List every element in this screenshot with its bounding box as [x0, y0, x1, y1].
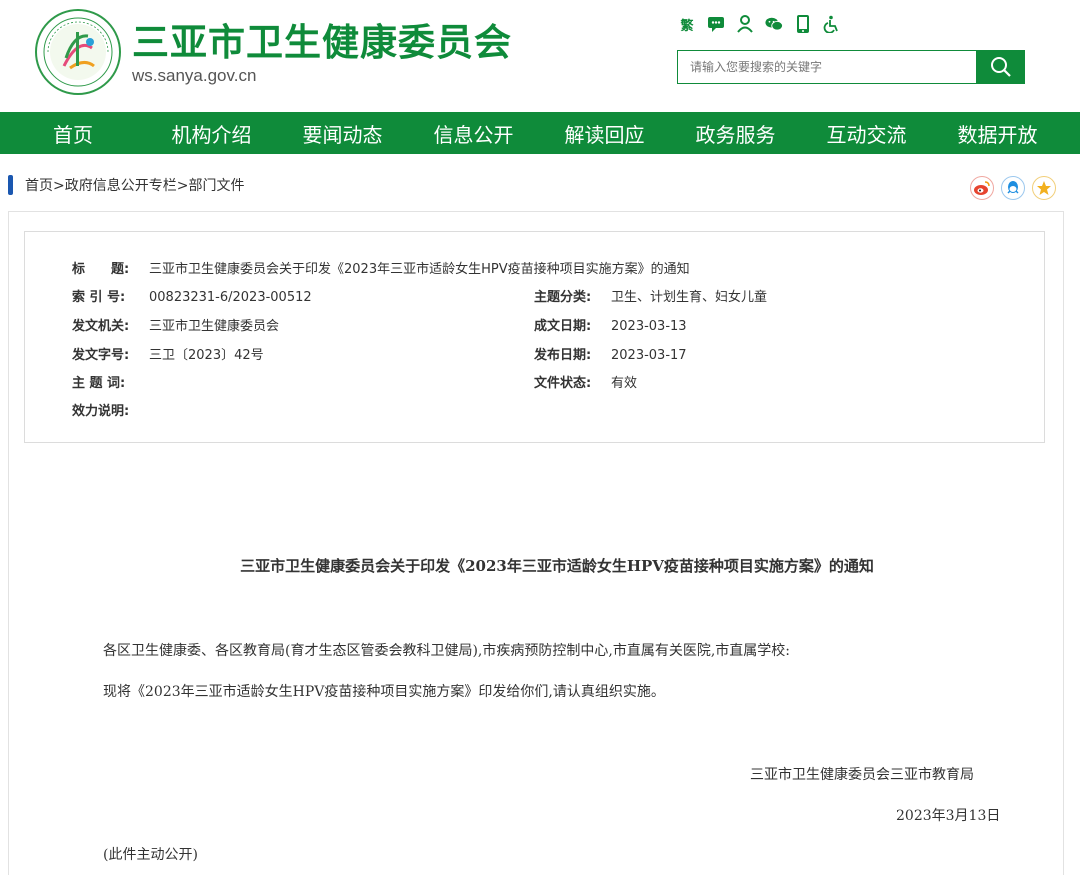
meta-created-row: 成文日期: 2023-03-13: [534, 315, 687, 334]
meta-validity-label: 效力说明:: [72, 404, 130, 419]
meta-index-label: 索 引 号:: [72, 290, 126, 305]
meta-published-label: 发布日期:: [534, 348, 592, 363]
document-body: 现将《2023年三亚市适龄女生HPV疫苗接种项目实施方案》印发给你们,请认真组织…: [103, 684, 665, 700]
nav-item-info-disclosure[interactable]: 信息公开: [408, 112, 539, 154]
site-title: 三亚市卫生健康委员会: [132, 21, 512, 64]
nav-item-interaction[interactable]: 互动交流: [801, 112, 932, 154]
nav-item-home[interactable]: 首页: [0, 112, 146, 154]
meta-docno-value: 三卫〔2023〕42号: [149, 348, 264, 363]
top-tools: 繁: [678, 14, 841, 34]
nav-item-about[interactable]: 机构介绍: [146, 112, 277, 154]
weibo-icon[interactable]: [970, 176, 994, 200]
meta-issuer-value: 三亚市卫生健康委员会: [149, 319, 280, 334]
share-tools: [970, 176, 1056, 200]
meta-topic-label: 主题分类:: [534, 290, 592, 305]
meta-status-label: 文件状态:: [534, 376, 592, 391]
meta-published-row: 发布日期: 2023-03-17: [534, 344, 687, 363]
document-public-note: (此件主动公开): [103, 847, 198, 863]
nav-item-interpretation[interactable]: 解读回应: [539, 112, 670, 154]
document-recipients: 各区卫生健康委、各区教育局(育才生态区管委会教科卫健局),市疾病预防控制中心,市…: [103, 643, 790, 659]
meta-keywords-row: 主 题 词:: [72, 372, 149, 391]
accessibility-icon[interactable]: [823, 14, 841, 34]
meta-title-value: 三亚市卫生健康委员会关于印发《2023年三亚市适龄女生HPV疫苗接种项目实施方案…: [149, 262, 690, 277]
meta-index-value: 00823231-6/2023-00512: [149, 290, 312, 305]
mobile-icon[interactable]: [794, 14, 812, 34]
site-header: 三亚市卫生健康委员会 ws.sanya.gov.cn 繁: [0, 0, 1080, 112]
meta-created-label: 成文日期:: [534, 319, 592, 334]
user-icon[interactable]: [736, 14, 754, 34]
meta-validity-row: 效力说明:: [72, 400, 149, 419]
document-signature: 三亚市卫生健康委员会三亚市教育局: [750, 767, 974, 783]
document-metadata: 标 题: 三亚市卫生健康委员会关于印发《2023年三亚市适龄女生HPV疫苗接种项目…: [24, 231, 1045, 443]
meta-issuer-row: 发文机关: 三亚市卫生健康委员会: [72, 315, 279, 334]
search-box: [677, 50, 977, 84]
meta-keywords-label: 主 题 词:: [72, 376, 126, 391]
breadcrumb: 首页>政府信息公开专栏>部门文件: [8, 175, 244, 195]
meta-topic-value: 卫生、计划生育、妇女儿童: [611, 290, 768, 305]
breadcrumb-separator: >: [176, 178, 189, 194]
meta-created-value: 2023-03-13: [611, 319, 687, 334]
sanya-health-commission-logo[interactable]: [34, 8, 122, 96]
breadcrumb-gov-info[interactable]: 政府信息公开专栏: [65, 178, 177, 194]
meta-docno-row: 发文字号: 三卫〔2023〕42号: [72, 344, 264, 363]
nav-item-news[interactable]: 要闻动态: [277, 112, 408, 154]
meta-published-value: 2023-03-17: [611, 348, 687, 363]
breadcrumb-dept-docs[interactable]: 部门文件: [188, 178, 244, 194]
meta-docno-label: 发文字号:: [72, 348, 130, 363]
meta-status-value: 有效: [611, 376, 638, 391]
nav-item-open-data[interactable]: 数据开放: [932, 112, 1063, 154]
meta-topic-row: 主题分类: 卫生、计划生育、妇女儿童: [534, 286, 767, 305]
meta-title-label: 标 题:: [72, 262, 130, 277]
breadcrumb-separator: >: [53, 178, 65, 194]
search-button[interactable]: [976, 50, 1025, 84]
breadcrumb-home[interactable]: 首页: [25, 178, 53, 194]
breadcrumb-marker: [8, 175, 13, 195]
meta-issuer-label: 发文机关:: [72, 319, 130, 334]
breadcrumb-trail: 首页>政府信息公开专栏>部门文件: [25, 175, 244, 195]
meta-status-row: 文件状态: 有效: [534, 372, 637, 391]
favorite-icon[interactable]: [1032, 176, 1056, 200]
qq-icon[interactable]: [1001, 176, 1025, 200]
document-date: 2023年3月13日: [896, 808, 1001, 824]
search-icon: [990, 57, 1011, 77]
search-input[interactable]: [678, 51, 977, 83]
main-nav: 首页 机构介绍 要闻动态 信息公开 解读回应 政务服务 互动交流 数据开放: [0, 112, 1080, 154]
document-title: 三亚市卫生健康委员会关于印发《2023年三亚市适龄女生HPV疫苗接种项目实施方案…: [240, 557, 874, 575]
meta-index-row: 索 引 号: 00823231-6/2023-00512: [72, 286, 312, 305]
traditional-chinese-toggle[interactable]: 繁: [678, 14, 696, 34]
meta-title-row: 标 题: 三亚市卫生健康委员会关于印发《2023年三亚市适龄女生HPV疫苗接种项目…: [72, 258, 690, 277]
wechat-icon[interactable]: [765, 14, 783, 34]
article-container: 标 题: 三亚市卫生健康委员会关于印发《2023年三亚市适龄女生HPV疫苗接种项目…: [8, 211, 1064, 875]
nav-item-services[interactable]: 政务服务: [670, 112, 801, 154]
message-icon[interactable]: [707, 14, 725, 34]
site-url: ws.sanya.gov.cn: [132, 66, 257, 85]
